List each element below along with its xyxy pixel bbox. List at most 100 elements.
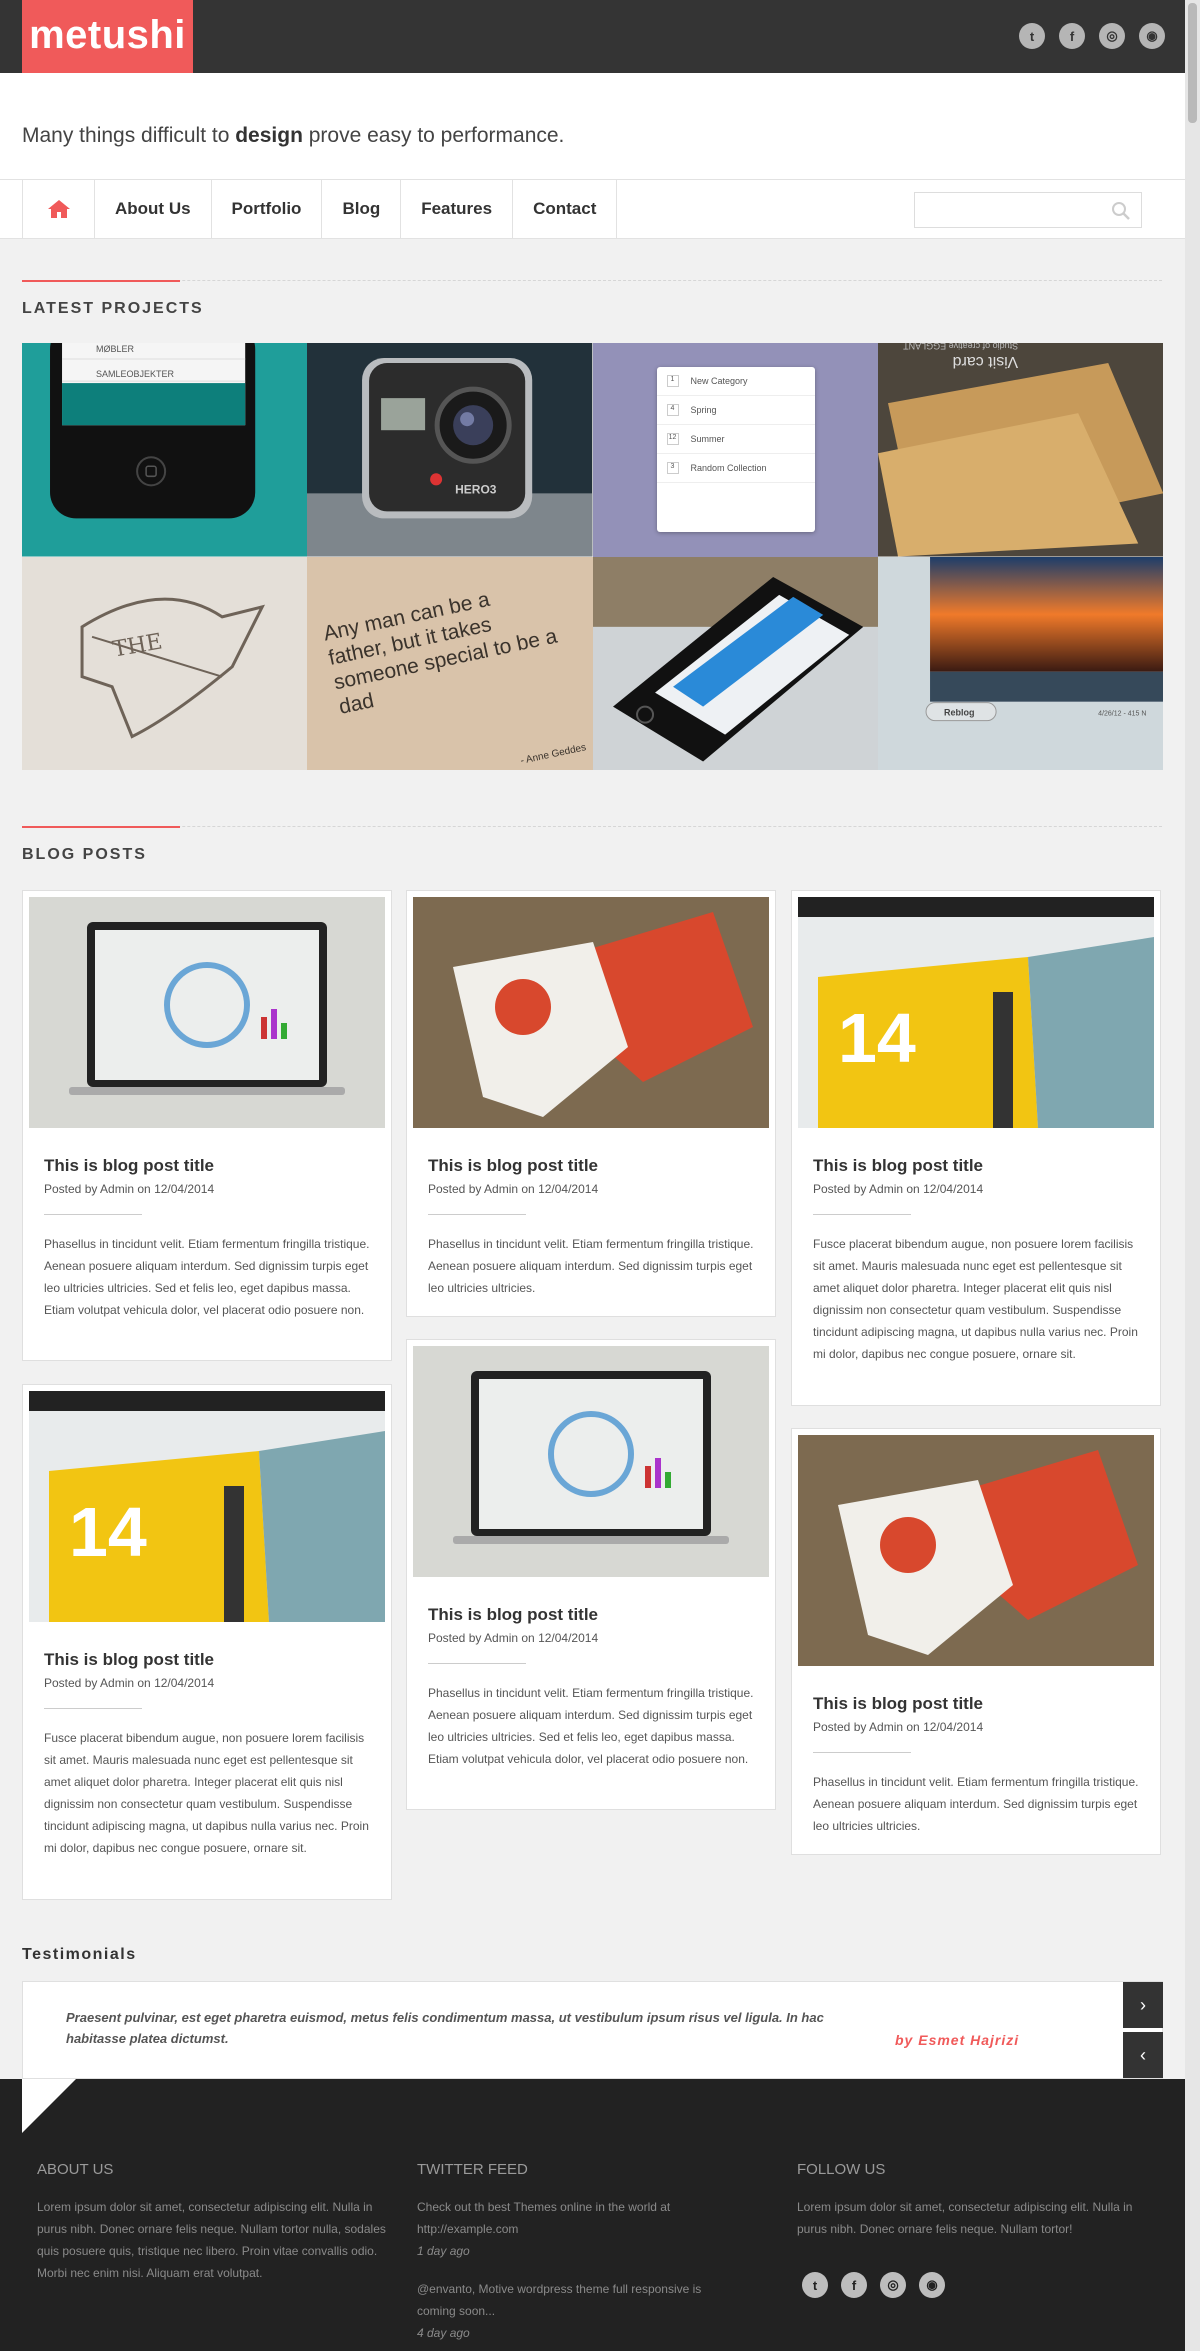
page: metushi t f ◎ ◉ Many things difficult to… xyxy=(0,0,1185,2351)
footer-follow-text: Lorem ipsum dolor sit amet, consectetur … xyxy=(797,2200,1133,2236)
rss-icon[interactable]: ◉ xyxy=(919,2272,945,2298)
projects-header: LATEST PROJECTS xyxy=(22,280,1162,318)
project-tile-action-camera[interactable]: HERO3 xyxy=(307,343,593,557)
post-title[interactable]: This is blog post title xyxy=(44,1650,385,1670)
post-thumbnail-cards[interactable] xyxy=(798,1435,1154,1666)
nav-portfolio[interactable]: Portfolio xyxy=(212,180,323,238)
svg-text:14: 14 xyxy=(69,1493,147,1571)
project-tile-app-phone[interactable]: MØBLER SAMLEOBJEKTER xyxy=(22,343,308,557)
blog-post-card[interactable]: This is blog post title Posted by Admin … xyxy=(22,890,392,1361)
nav-blog[interactable]: Blog xyxy=(322,180,402,238)
blog-post-card[interactable]: This is blog post title Posted by Admin … xyxy=(791,1428,1161,1855)
post-divider xyxy=(813,1752,911,1753)
blog-post-card[interactable]: 14 This is blog post title Posted by Adm… xyxy=(22,1384,392,1900)
post-divider xyxy=(44,1214,142,1215)
scrollbar-thumb[interactable] xyxy=(1188,3,1197,123)
project-tile-sketch[interactable]: THE xyxy=(22,556,308,770)
nav-about-us[interactable]: About Us xyxy=(95,180,212,238)
post-divider xyxy=(428,1214,526,1215)
category-item: Random Collection xyxy=(690,463,767,473)
tagline-bold: design xyxy=(235,124,303,147)
home-icon xyxy=(47,200,70,218)
project-tile-category-list[interactable]: 1 New Category 4 Spring 12 Summer 3 Rand… xyxy=(592,343,878,557)
quote-author: - Anne Geddes xyxy=(519,742,587,767)
post-title[interactable]: This is blog post title xyxy=(44,1156,385,1176)
nav-contact[interactable]: Contact xyxy=(513,180,618,238)
post-thumbnail-calendar[interactable]: 14 xyxy=(29,1391,385,1622)
search-box xyxy=(914,192,1142,228)
post-thumbnail-calendar[interactable]: 14 xyxy=(798,897,1154,1128)
footer-notch xyxy=(22,2079,76,2133)
blog-post-card[interactable]: 14 This is blog post title Posted by Adm… xyxy=(791,890,1161,1406)
project-tile-visit-card[interactable]: Visit card Studio of creative EGGLANT xyxy=(877,343,1163,557)
tagline-text: Many things difficult to xyxy=(22,124,236,147)
footer-social: t f ◎ ◉ xyxy=(802,2272,1147,2298)
testimonial-next-button[interactable]: › xyxy=(1123,1982,1163,2028)
post-title[interactable]: This is blog post title xyxy=(813,1156,1154,1176)
category-item: Spring xyxy=(690,405,717,415)
post-divider xyxy=(813,1214,911,1215)
tweet-text[interactable]: Check out th best Themes online in the w… xyxy=(417,2196,737,2240)
footer-follow-heading: FOLLOW US xyxy=(797,2161,886,2178)
twitter-icon[interactable]: t xyxy=(802,2272,828,2298)
search-input[interactable] xyxy=(915,193,1105,227)
projects-grid: MØBLER SAMLEOBJEKTER HERO3 1 New Categor… xyxy=(22,343,1163,770)
footer-twitter: TWITTER FEED Check out th best Themes on… xyxy=(417,2161,737,2344)
post-meta: Posted by Admin on 12/04/2014 xyxy=(44,1182,215,1196)
testimonial-quote: Praesent pulvinar, est eget pharetra eui… xyxy=(66,2010,824,2046)
blog-post-card[interactable]: This is blog post title Posted by Admin … xyxy=(406,890,776,1317)
rss-icon[interactable]: ◉ xyxy=(1139,23,1165,49)
blog-header: BLOG POSTS xyxy=(22,826,1162,864)
svg-text:MØBLER: MØBLER xyxy=(96,344,134,354)
post-thumbnail-laptop[interactable] xyxy=(413,1346,769,1577)
section-divider xyxy=(22,280,1162,282)
footer: ABOUT US Lorem ipsum dolor sit amet, con… xyxy=(0,2079,1185,2351)
dribbble-icon[interactable]: ◎ xyxy=(880,2272,906,2298)
post-excerpt: Phasellus in tincidunt velit. Etiam ferm… xyxy=(428,1686,754,1766)
dribbble-icon[interactable]: ◎ xyxy=(1099,23,1125,49)
camera-label: HERO3 xyxy=(455,482,497,496)
category-count: 1 xyxy=(666,375,679,387)
project-tile-sunset[interactable]: Reblog 4/26/12 - 415 N xyxy=(877,556,1163,770)
nav-home[interactable] xyxy=(23,180,95,238)
testimonial-prev-button[interactable]: ‹ xyxy=(1123,2032,1163,2078)
facebook-icon[interactable]: f xyxy=(841,2272,867,2298)
post-excerpt: Phasellus in tincidunt velit. Etiam ferm… xyxy=(44,1237,370,1317)
category-item: New Category xyxy=(690,376,748,386)
category-count: 3 xyxy=(666,462,679,474)
post-meta: Posted by Admin on 12/04/2014 xyxy=(813,1182,984,1196)
facebook-icon[interactable]: f xyxy=(1059,23,1085,49)
blog-post-card[interactable]: This is blog post title Posted by Admin … xyxy=(406,1339,776,1810)
footer-about-heading: ABOUT US xyxy=(37,2161,114,2178)
category-count: 4 xyxy=(666,404,679,416)
project-tile-iphone[interactable] xyxy=(592,556,878,770)
post-title[interactable]: This is blog post title xyxy=(428,1605,769,1625)
testimonial-box: Praesent pulvinar, est eget pharetra eui… xyxy=(22,1981,1163,2079)
post-excerpt: Phasellus in tincidunt velit. Etiam ferm… xyxy=(428,1237,754,1295)
site-logo[interactable]: metushi xyxy=(22,0,193,73)
post-title[interactable]: This is blog post title xyxy=(428,1156,769,1176)
footer-about-text: Lorem ipsum dolor sit amet, consectetur … xyxy=(37,2200,386,2280)
sunset-date: 4/26/12 - 415 N xyxy=(1098,710,1146,717)
post-thumbnail-cards[interactable] xyxy=(413,897,769,1128)
tweet-text[interactable]: @envanto, Motive wordpress theme full re… xyxy=(417,2278,737,2322)
footer-follow: FOLLOW US Lorem ipsum dolor sit amet, co… xyxy=(797,2161,1147,2298)
page-scrollbar[interactable] xyxy=(1185,0,1200,2351)
twitter-icon[interactable]: t xyxy=(1019,23,1045,49)
tweet: @envanto, Motive wordpress theme full re… xyxy=(417,2278,737,2344)
post-divider xyxy=(428,1663,526,1664)
section-divider xyxy=(22,826,1162,828)
project-tile-quote[interactable]: Any man can be a father, but it takes so… xyxy=(307,556,593,770)
tagline-text: prove easy to performance. xyxy=(302,124,565,147)
post-thumbnail-laptop[interactable] xyxy=(29,897,385,1128)
svg-text:SAMLEOBJEKTER: SAMLEOBJEKTER xyxy=(96,369,174,379)
projects-heading: LATEST PROJECTS xyxy=(22,300,204,317)
post-meta: Posted by Admin on 12/04/2014 xyxy=(44,1676,215,1690)
search-icon[interactable] xyxy=(1111,201,1131,221)
nav-features[interactable]: Features xyxy=(401,180,514,238)
visit-card-title: Visit card xyxy=(952,353,1018,371)
post-excerpt: Fusce placerat bibendum augue, non posue… xyxy=(813,1237,1138,1361)
visit-card-sub: Studio of creative EGGLANT xyxy=(902,343,1017,351)
post-meta: Posted by Admin on 12/04/2014 xyxy=(428,1631,599,1645)
post-title[interactable]: This is blog post title xyxy=(813,1694,1154,1714)
